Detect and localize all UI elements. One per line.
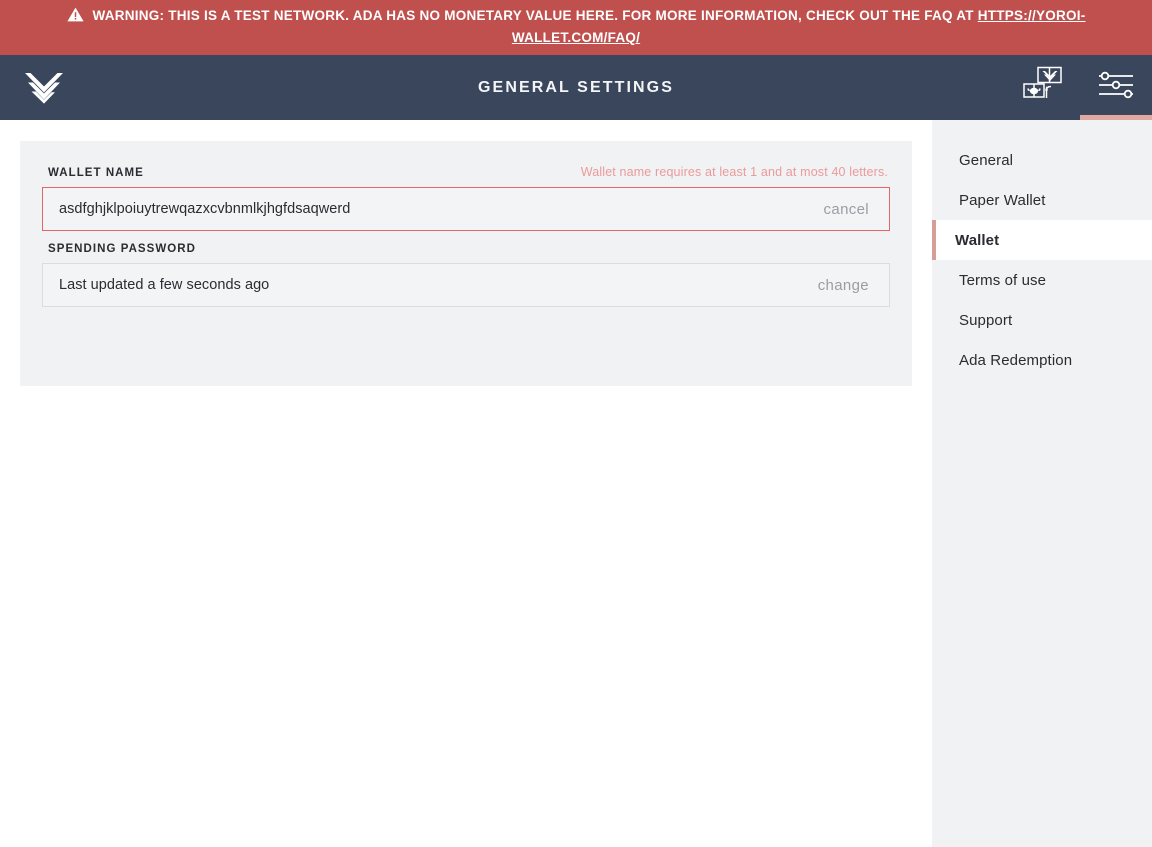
wallet-name-input-row[interactable]: cancel: [42, 187, 890, 232]
top-navigation-bar: GENERAL SETTINGS: [0, 55, 1152, 121]
wallet-name-cancel-button[interactable]: cancel: [810, 201, 887, 218]
test-network-warning-banner: WARNING: THIS IS A TEST NETWORK. ADA HAS…: [0, 0, 1152, 56]
wallet-settings-card: WALLET NAME Wallet name requires at leas…: [20, 141, 912, 387]
wallet-name-input[interactable]: [53, 188, 810, 231]
wallet-name-label: WALLET NAME: [48, 167, 144, 180]
spending-password-row[interactable]: Last updated a few seconds ago change: [42, 263, 890, 308]
spending-password-label: SPENDING PASSWORD: [48, 243, 196, 256]
settings-menu-item-support[interactable]: Support: [932, 300, 1152, 340]
wallet-name-field-block: WALLET NAME Wallet name requires at leas…: [42, 165, 890, 232]
wallet-name-error-message: Wallet name requires at least 1 and at m…: [580, 165, 888, 180]
settings-sliders-icon: [1096, 70, 1136, 105]
warning-triangle-icon: [66, 7, 84, 28]
page-body: WALLET NAME Wallet name requires at leas…: [0, 120, 1152, 847]
warning-text-block: WARNING: THIS IS A TEST NETWORK. ADA HAS…: [12, 6, 1140, 47]
settings-menu-item-general[interactable]: General: [932, 140, 1152, 180]
settings-menu: General Paper Wallet Wallet Terms of use…: [932, 120, 1152, 847]
settings-menu-item-paper-wallet[interactable]: Paper Wallet: [932, 180, 1152, 220]
settings-menu-item-terms-of-use[interactable]: Terms of use: [932, 260, 1152, 300]
spending-password-status: Last updated a few seconds ago: [59, 277, 270, 294]
settings-menu-item-ada-redemption[interactable]: Ada Redemption: [932, 340, 1152, 380]
settings-content-column: WALLET NAME Wallet name requires at leas…: [0, 120, 932, 847]
settings-button[interactable]: [1080, 55, 1152, 121]
topbar-actions: [1008, 55, 1152, 121]
wallet-switch-icon: [1021, 65, 1067, 110]
settings-menu-item-wallet[interactable]: Wallet: [932, 220, 1152, 261]
spending-password-field-block: SPENDING PASSWORD Last updated a few sec…: [42, 243, 890, 308]
warning-message: WARNING: THIS IS A TEST NETWORK. ADA HAS…: [92, 8, 978, 23]
switch-wallet-button[interactable]: [1008, 55, 1080, 120]
wallet-name-header: WALLET NAME Wallet name requires at leas…: [42, 165, 890, 187]
app-root: WARNING: THIS IS A TEST NETWORK. ADA HAS…: [0, 0, 1152, 847]
spending-password-change-button[interactable]: change: [804, 277, 887, 294]
spending-password-header: SPENDING PASSWORD: [42, 243, 890, 263]
page-title: GENERAL SETTINGS: [478, 78, 674, 96]
